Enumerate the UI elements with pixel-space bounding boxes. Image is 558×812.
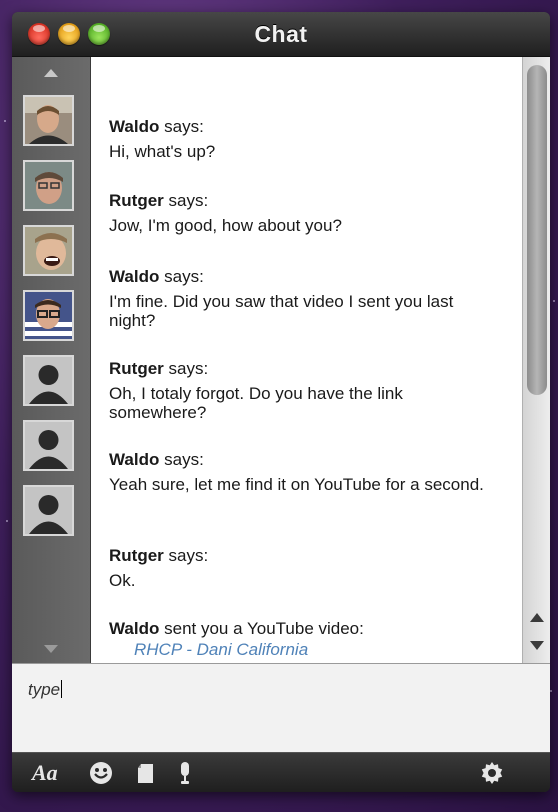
person-photo-icon <box>25 227 72 274</box>
message-verb: sent you a YouTube video: <box>164 619 364 638</box>
scroll-up-arrow-icon[interactable] <box>530 613 544 622</box>
chat-transcript[interactable]: Waldo says: Hi, what's up? Rutger says: … <box>91 57 522 663</box>
bottom-toolbar: Aa <box>12 752 550 792</box>
youtube-video-link[interactable]: RHCP - Dani California <box>134 640 509 659</box>
title-bar[interactable]: Chat <box>12 12 550 57</box>
contact-avatar-6[interactable] <box>23 420 74 471</box>
message-text: Ok. <box>109 571 136 590</box>
default-avatar-icon <box>25 422 72 469</box>
message-sender: Waldo <box>109 117 160 136</box>
message-verb: says: <box>168 546 209 565</box>
chat-message: Rutger says: Oh, I totaly forgot. Do you… <box>109 359 509 422</box>
message-sender: Waldo <box>109 450 160 469</box>
send-file-button[interactable] <box>136 761 156 785</box>
settings-gear-icon <box>481 762 503 784</box>
person-photo-icon <box>25 97 72 144</box>
message-input-text[interactable]: type <box>28 680 63 700</box>
person-photo-icon <box>25 292 72 339</box>
message-text: Yeah sure, let me find it on YouTube for… <box>109 475 484 494</box>
message-sender: Waldo <box>109 619 160 638</box>
chat-scrollbar[interactable] <box>522 57 550 663</box>
file-icon <box>138 764 153 783</box>
message-text: I'm fine. Did you saw that video I sent … <box>109 292 454 330</box>
scroll-down-arrow-icon[interactable] <box>530 641 544 650</box>
emoticon-button[interactable] <box>89 761 113 785</box>
person-photo-icon <box>25 162 72 209</box>
chat-window: Chat Waldo says: Hi, what's up? Rutger s… <box>12 12 550 792</box>
message-verb: says: <box>168 359 209 378</box>
contact-avatar-3[interactable] <box>23 225 74 276</box>
chat-message: Rutger says: Ok. <box>109 546 509 590</box>
chat-message: Waldo says: Yeah sure, let me find it on… <box>109 450 509 494</box>
contact-avatar-1[interactable] <box>23 95 74 146</box>
scrollbar-thumb[interactable] <box>527 65 547 395</box>
microphone-icon <box>181 762 189 784</box>
sidebar-scroll-up-icon[interactable] <box>44 69 58 77</box>
message-sender: Rutger <box>109 546 164 565</box>
contact-avatar-5[interactable] <box>23 355 74 406</box>
background-star <box>4 120 6 122</box>
background-star <box>553 300 555 302</box>
message-verb: says: <box>168 191 209 210</box>
smiley-icon <box>90 762 112 784</box>
voice-button[interactable] <box>178 761 192 785</box>
chat-message: Waldo says: Hi, what's up? <box>109 117 509 161</box>
contact-avatar-7[interactable] <box>23 485 74 536</box>
contact-avatar-4[interactable] <box>23 290 74 341</box>
message-text: Hi, what's up? <box>109 142 216 161</box>
message-sender: Rutger <box>109 191 164 210</box>
message-verb: says: <box>164 450 204 469</box>
message-input[interactable]: type <box>12 663 550 752</box>
chat-message: Waldo says: I'm fine. Did you saw that v… <box>109 267 509 330</box>
chat-message: Waldo sent you a YouTube video: RHCP - D… <box>109 619 509 659</box>
contacts-sidebar <box>12 57 91 663</box>
text-caret <box>61 680 63 698</box>
background-star <box>6 520 8 522</box>
contact-avatar-2[interactable] <box>23 160 74 211</box>
message-sender: Rutger <box>109 359 164 378</box>
settings-button[interactable] <box>480 761 504 785</box>
sidebar-scroll-down-icon[interactable] <box>44 645 58 653</box>
message-verb: says: <box>164 267 204 286</box>
default-avatar-icon <box>25 487 72 534</box>
chat-message: Rutger says: Jow, I'm good, how about yo… <box>109 191 509 235</box>
window-title: Chat <box>254 21 308 47</box>
message-text: Oh, I totaly forgot. Do you have the lin… <box>109 384 403 422</box>
default-avatar-icon <box>25 357 72 404</box>
font-button[interactable]: Aa <box>32 760 58 785</box>
message-text: Jow, I'm good, how about you? <box>109 216 342 235</box>
message-verb: says: <box>164 117 204 136</box>
background-star <box>550 690 552 692</box>
message-sender: Waldo <box>109 267 160 286</box>
